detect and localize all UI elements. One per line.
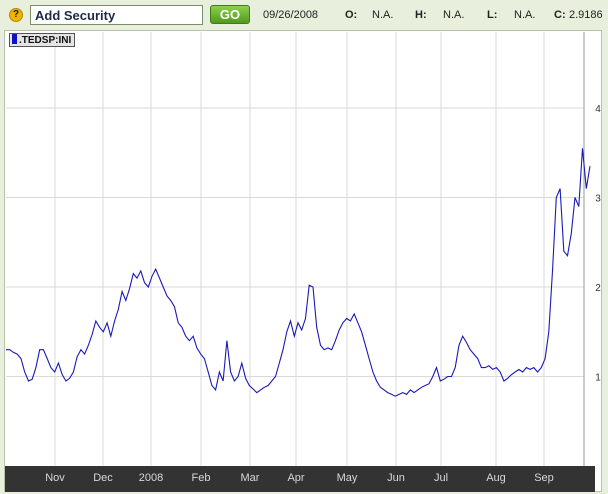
series-line xyxy=(6,148,591,397)
x-tick-label: Jul xyxy=(434,472,448,484)
x-tick-label: 2008 xyxy=(139,472,163,484)
x-tick-label: Mar xyxy=(241,472,260,484)
x-tick-label: May xyxy=(337,472,358,484)
x-tick-label: Sep xyxy=(534,472,554,484)
y-tick-label: 3 xyxy=(595,194,601,205)
y-tick-label: 1 xyxy=(595,373,601,384)
x-tick-label: Jun xyxy=(387,472,405,484)
x-tick-label: Aug xyxy=(486,472,506,484)
x-tick-label: Feb xyxy=(192,472,211,484)
legend-label: .TEDSP:INI xyxy=(19,35,72,46)
legend-swatch xyxy=(12,34,17,44)
x-tick-label: Apr xyxy=(287,472,304,484)
x-tick-label: Dec xyxy=(93,472,113,484)
x-tick-label: Nov xyxy=(45,472,65,484)
price-chart: 1 2 3 4 Nov Dec 2008 Feb Mar Apr May Jun Jul Aug Sep xyxy=(5,32,601,492)
y-tick-label: 2 xyxy=(595,283,601,294)
legend[interactable]: .TEDSP:INI xyxy=(9,33,76,47)
y-tick-label: 4 xyxy=(595,104,601,115)
